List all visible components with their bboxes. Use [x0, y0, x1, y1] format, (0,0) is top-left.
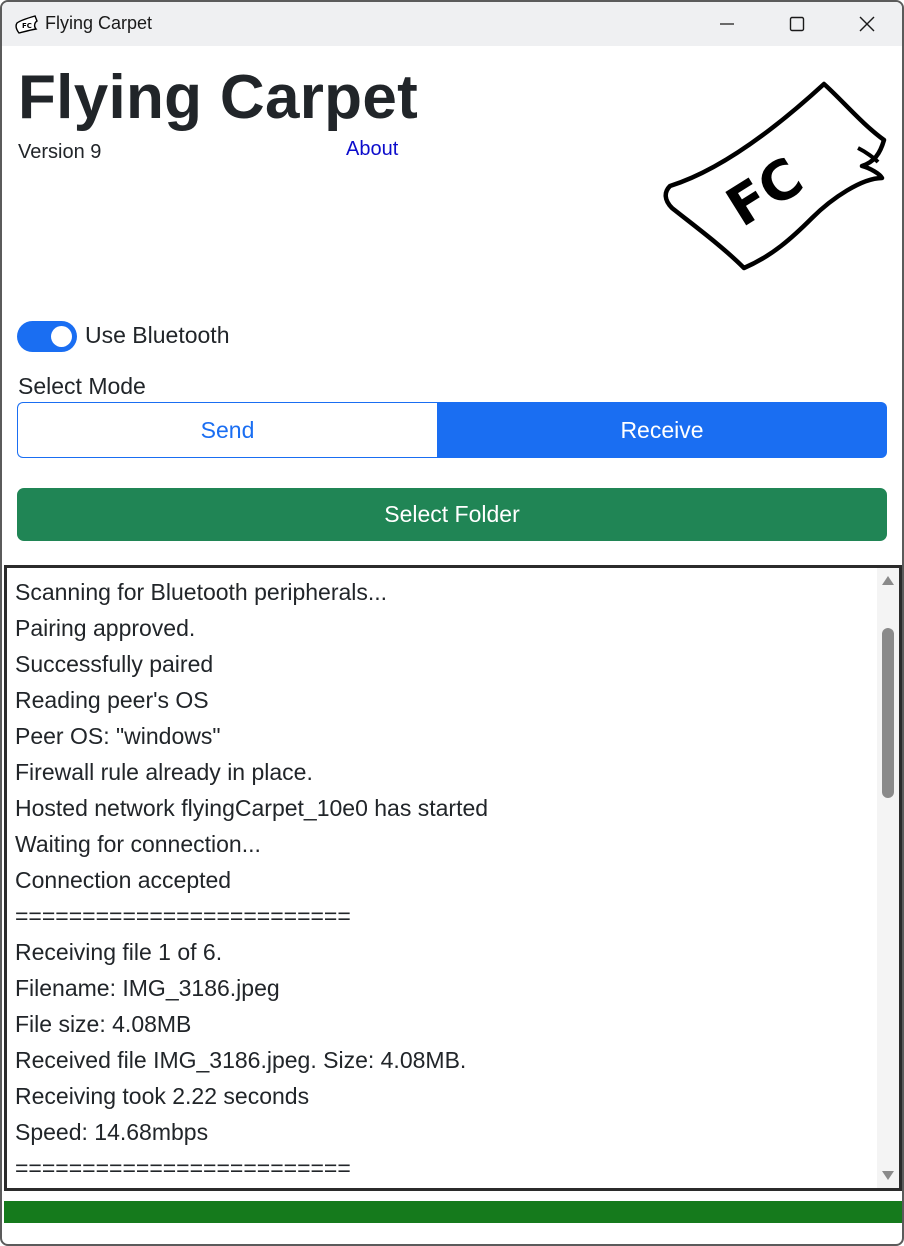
log-line: Firewall rule already in place. — [15, 759, 313, 785]
version-label: Version 9 — [18, 141, 102, 163]
window-title: Flying Carpet — [45, 13, 153, 33]
log-line: Peer OS: "windows" — [15, 723, 221, 749]
select-mode-label: Select Mode — [18, 373, 146, 399]
log-separator: ========================= — [15, 903, 351, 929]
log-line: Filename: IMG_3186.jpeg — [15, 975, 280, 1001]
progress-bar — [4, 1201, 902, 1223]
close-icon — [859, 16, 875, 32]
log-line: Reading peer's OS — [15, 687, 209, 713]
log-line: Hosted network flyingCarpet_10e0 has sta… — [15, 795, 489, 821]
log-line: File size: 4.08MB — [15, 1011, 192, 1037]
minimize-icon — [720, 23, 734, 25]
select-folder-button[interactable]: Select Folder — [17, 488, 887, 541]
scroll-thumb[interactable] — [882, 628, 894, 798]
maximize-icon — [789, 16, 805, 32]
scroll-up-arrow-icon[interactable] — [882, 576, 894, 585]
maximize-button[interactable] — [762, 2, 832, 46]
flying-carpet-logo: FC — [663, 81, 887, 271]
bluetooth-toggle[interactable] — [17, 321, 77, 352]
log-line: Speed: 14.68mbps — [15, 1119, 209, 1145]
svg-text:FC: FC — [22, 22, 32, 30]
close-button[interactable] — [832, 2, 902, 46]
about-link[interactable]: About — [346, 138, 398, 161]
log-line: Received file IMG_3186.jpeg. Size: 4.08M… — [15, 1047, 467, 1073]
output-log[interactable]: Scanning for Bluetooth peripherals... Pa… — [4, 565, 902, 1191]
app-icon: FC — [15, 15, 38, 34]
log-line: Waiting for connection... — [15, 831, 261, 857]
log-separator: ========================= — [15, 1155, 351, 1181]
log-lines: Scanning for Bluetooth peripherals... Pa… — [15, 574, 875, 1186]
log-line: Pairing approved. — [15, 615, 196, 641]
send-mode-button[interactable]: Send — [17, 402, 437, 458]
app-window: FC Flying Carpet Flying Carpet Version 9… — [0, 0, 904, 1246]
app-title: Flying Carpet — [18, 63, 419, 132]
log-scrollbar[interactable] — [877, 568, 899, 1188]
minimize-button[interactable] — [692, 2, 762, 46]
receive-mode-button[interactable]: Receive — [437, 402, 887, 458]
scroll-down-arrow-icon[interactable] — [882, 1171, 894, 1180]
bluetooth-label: Use Bluetooth — [85, 322, 230, 348]
log-line: Receiving took 2.22 seconds — [15, 1083, 310, 1109]
log-line: Receiving file 1 of 6. — [15, 939, 223, 965]
log-line: Scanning for Bluetooth peripherals... — [15, 579, 388, 605]
log-line: Connection accepted — [15, 867, 232, 893]
mode-selector: Send Receive — [17, 402, 887, 458]
toggle-knob — [51, 326, 72, 347]
title-bar: FC Flying Carpet — [2, 2, 902, 46]
progress-fill — [4, 1201, 902, 1223]
log-line: Successfully paired — [15, 651, 214, 677]
